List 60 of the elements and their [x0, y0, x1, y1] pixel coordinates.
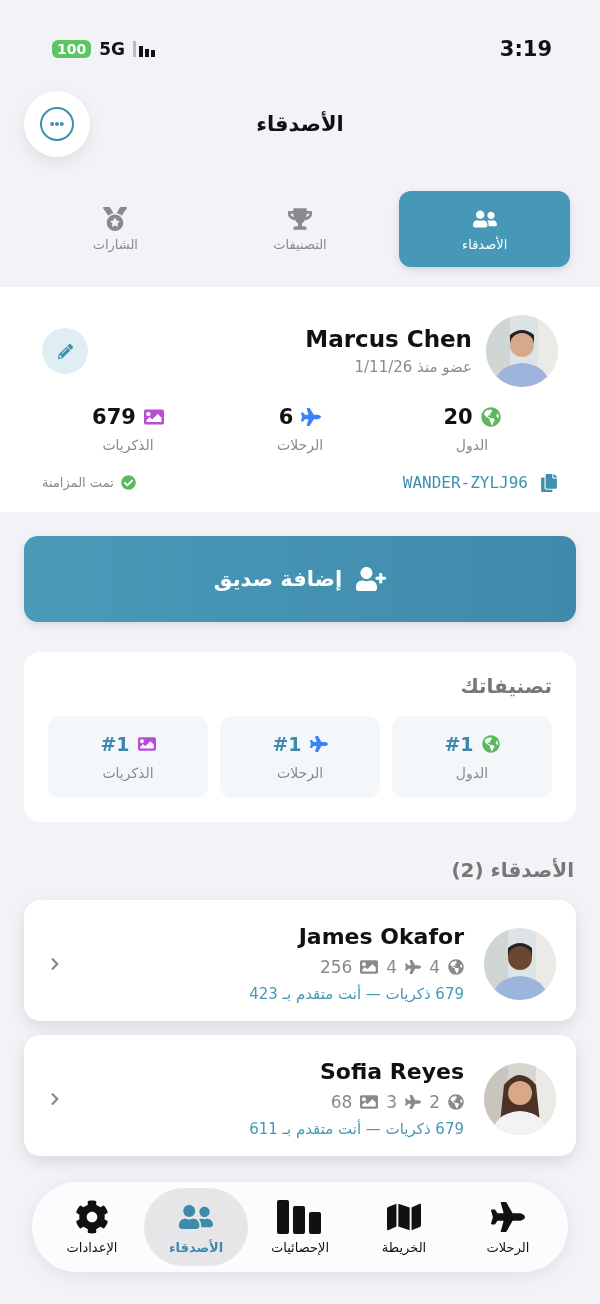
tab-bar-item[interactable]: الإحصائيات	[248, 1188, 352, 1266]
bar-chart-icon	[277, 1199, 323, 1234]
image-icon	[137, 735, 156, 753]
stat-value: 20	[443, 405, 473, 429]
airplane-icon	[491, 1199, 525, 1234]
page-title: الأصدقاء	[256, 112, 344, 136]
add-friend-button[interactable]: إضافة صديق	[24, 536, 576, 622]
rank-value: #1	[444, 733, 474, 755]
edit-button[interactable]	[42, 328, 88, 374]
signal-icon	[133, 41, 158, 57]
pencil-icon	[57, 343, 73, 359]
stat-value: 4	[429, 957, 440, 977]
rank-value: #1	[100, 733, 130, 755]
member-since: عضو منذ 1/11/26	[353, 358, 472, 376]
add-user-icon	[356, 564, 387, 594]
stat-label: الدول	[455, 437, 489, 453]
rank-label: الرحلات	[276, 765, 324, 781]
globe-icon	[481, 735, 500, 753]
stat-label: الذكريات	[102, 437, 154, 453]
section-title: الأصدقاء (2)	[450, 858, 574, 882]
globe-icon	[448, 1094, 464, 1110]
tab-bar-item[interactable]: الإعدادات	[40, 1188, 144, 1266]
settings-icon	[75, 1199, 109, 1234]
medal-icon	[103, 206, 128, 231]
network-type: 5G	[99, 39, 126, 59]
section-title: تصنيفاتك	[459, 674, 552, 698]
image-icon	[360, 958, 379, 976]
image-icon	[360, 1093, 379, 1111]
profile-name: Marcus Chen	[304, 326, 472, 352]
image-icon	[143, 407, 164, 427]
rank-label: الذكريات	[102, 765, 154, 781]
stat-value: 4	[386, 957, 398, 977]
copy-icon	[540, 473, 558, 492]
friend-name: Sofia Reyes	[320, 1059, 464, 1084]
stat-value: 6	[278, 405, 294, 429]
comparison-text: 679 ذكريات — أنت متقدم بـ 611	[249, 1120, 464, 1138]
trophy-icon	[288, 206, 312, 231]
globe-icon	[480, 407, 501, 427]
stat-label: الرحلات	[276, 437, 324, 453]
check-icon	[120, 475, 136, 490]
globe-icon	[448, 959, 464, 975]
friend-name: James Okafor	[298, 924, 464, 949]
stat-value: 3	[386, 1092, 398, 1112]
battery-level: 100	[52, 40, 92, 58]
invite-code[interactable]: WANDER-ZYLJ96	[402, 473, 558, 492]
airplane-icon	[405, 1094, 422, 1110]
stat-value: 2	[429, 1092, 440, 1112]
tab-bar-item[interactable]: الخريطة	[352, 1188, 456, 1266]
stat-value: 68	[330, 1092, 353, 1112]
tab-bar-item[interactable]: الرحلات	[456, 1188, 560, 1266]
comparison-text: 679 ذكريات — أنت متقدم بـ 423	[249, 985, 464, 1003]
airplane-icon	[301, 407, 322, 427]
rank-value: #1	[272, 733, 302, 755]
airplane-icon	[405, 959, 422, 975]
airplane-icon	[309, 735, 328, 753]
stat-value: 679	[92, 405, 136, 429]
rank-label: الدول	[455, 765, 489, 781]
sync-status: تمت المزامنة	[42, 475, 114, 490]
status-time: 3:19	[499, 37, 552, 61]
stat-value: 256	[319, 957, 353, 977]
